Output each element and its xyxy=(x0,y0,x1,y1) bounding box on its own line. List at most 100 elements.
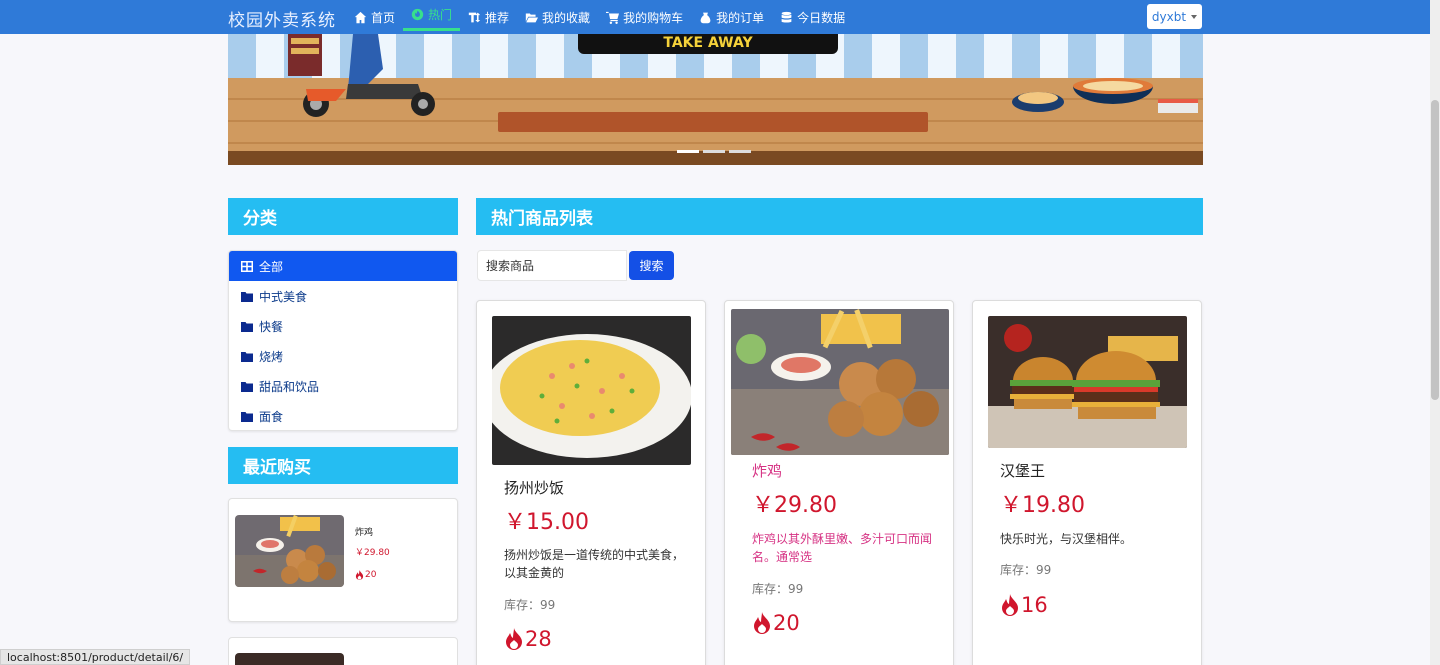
home-icon xyxy=(354,11,367,23)
product-image[interactable] xyxy=(731,309,949,455)
delivery-rider-illustration xyxy=(288,34,435,117)
bag-icon xyxy=(700,12,711,23)
carousel-dot-2[interactable] xyxy=(703,150,725,153)
text-height-icon xyxy=(468,12,481,22)
category-header: 分类 xyxy=(228,198,458,235)
top-navbar: 校园外卖系统 首页 热门 推荐 我的收藏 我的购物车 我的订单 今日数据 dyx… xyxy=(0,0,1430,34)
carousel-dot-3[interactable] xyxy=(729,150,751,153)
product-card-fried-rice[interactable]: 扬州炒饭 ￥15.00 扬州炒饭是一道传统的中式美食，以其金黄的 库存：99 2… xyxy=(476,300,706,665)
category-item-dessert-drinks[interactable]: 甜品和饮品 xyxy=(229,371,457,401)
product-name[interactable]: 汉堡王 xyxy=(1000,460,1045,481)
folder-icon xyxy=(241,411,253,422)
product-description: 炸鸡以其外酥里嫩、多汁可口而闻名。通常选 xyxy=(752,532,933,564)
nav-recommend[interactable]: 推荐 xyxy=(460,0,517,34)
fire-icon xyxy=(355,570,364,580)
recent-product-name[interactable]: 炸鸡 xyxy=(355,525,373,538)
app-title[interactable]: 校园外卖系统 xyxy=(228,6,336,31)
product-description: 快乐时光，与汉堡相伴。 xyxy=(1000,532,1133,546)
recent-product-price: ￥29.80 xyxy=(355,548,390,558)
product-sales: 28 xyxy=(504,627,552,651)
product-sales: 20 xyxy=(752,611,800,635)
product-sales: 16 xyxy=(1000,593,1048,617)
sales-count: 16 xyxy=(1021,593,1048,617)
category-label: 中式美食 xyxy=(259,289,308,304)
search-input[interactable] xyxy=(477,250,627,281)
category-item-chinese[interactable]: 中式美食 xyxy=(229,281,457,311)
food-bowls-illustration xyxy=(1012,78,1198,113)
recent-purchase-card-2[interactable] xyxy=(228,637,458,665)
recent-product-sales: 20 xyxy=(355,570,376,580)
banner-logo-text: TAKE AWAY xyxy=(663,35,753,51)
folder-icon xyxy=(241,291,253,302)
grid-icon xyxy=(241,260,253,272)
user-name: dyxbt xyxy=(1151,9,1187,24)
sales-count: 20 xyxy=(773,611,800,635)
product-name[interactable]: 炸鸡 xyxy=(752,460,782,481)
product-description: 扬州炒饭是一道传统的中式美食，以其金黄的 xyxy=(504,548,685,580)
nav-favorites-label: 我的收藏 xyxy=(542,10,591,25)
banner-floor-edge xyxy=(228,151,1203,165)
category-item-fastfood[interactable]: 快餐 xyxy=(229,311,457,341)
scrollbar-thumb[interactable] xyxy=(1431,100,1439,400)
product-stock: 库存：99 xyxy=(1000,563,1052,577)
recent-purchase-card[interactable]: 炸鸡 ￥29.80 20 xyxy=(228,498,458,622)
category-label: 甜品和饮品 xyxy=(259,379,320,394)
carousel-dot-1[interactable] xyxy=(677,150,699,153)
banner-carousel[interactable]: TAKE AWAY xyxy=(228,34,1203,165)
folder-icon xyxy=(241,321,253,332)
sales-count: 28 xyxy=(525,627,552,651)
carousel-indicators xyxy=(677,150,751,153)
category-label: 快餐 xyxy=(259,319,284,334)
category-item-all[interactable]: 全部 xyxy=(229,251,457,281)
fire-icon xyxy=(754,612,770,634)
product-name[interactable]: 扬州炒饭 xyxy=(504,477,564,498)
hot-products-header: 热门商品列表 xyxy=(476,198,1203,235)
product-image[interactable] xyxy=(492,316,691,465)
page-scrollbar[interactable] xyxy=(1430,0,1440,665)
main-nav: 首页 热门 推荐 我的收藏 我的购物车 我的订单 今日数据 xyxy=(346,0,853,34)
recent-purchase-header: 最近购买 xyxy=(228,447,458,484)
nav-today-data[interactable]: 今日数据 xyxy=(772,0,853,34)
folder-icon xyxy=(241,381,253,392)
recent-sales-count: 20 xyxy=(365,570,377,580)
cart-icon xyxy=(606,11,620,24)
category-item-noodles[interactable]: 面食 xyxy=(229,401,457,430)
folder-open-icon xyxy=(525,12,539,22)
fire-icon xyxy=(506,628,522,650)
recent-product-image[interactable] xyxy=(235,515,344,587)
product-card-burger[interactable]: 汉堡王 ￥19.80 快乐时光，与汉堡相伴。 库存：99 16 xyxy=(972,300,1202,665)
nav-cart[interactable]: 我的购物车 xyxy=(598,0,691,34)
product-image[interactable] xyxy=(988,316,1187,448)
recent-purchase-title: 最近购买 xyxy=(243,458,311,478)
banner-logo: TAKE AWAY xyxy=(578,34,838,54)
category-title: 分类 xyxy=(243,209,277,229)
user-dropdown[interactable]: dyxbt xyxy=(1147,4,1202,29)
nav-home-label: 首页 xyxy=(371,10,396,25)
product-price: ￥29.80 xyxy=(752,493,837,518)
category-list: 全部 中式美食 快餐 烧烤 甜品和饮品 面食 xyxy=(228,250,458,431)
product-card-fried-chicken[interactable]: 炸鸡 ￥29.80 炸鸡以其外酥里嫩、多汁可口而闻名。通常选 库存：99 20 xyxy=(724,300,954,665)
nav-hot[interactable]: 热门 xyxy=(403,0,461,31)
browser-status-url: localhost:8501/product/detail/6/ xyxy=(0,649,191,665)
category-label: 烧烤 xyxy=(259,349,284,364)
nav-recommend-label: 推荐 xyxy=(485,10,510,25)
category-label: 面食 xyxy=(259,409,284,424)
category-item-bbq[interactable]: 烧烤 xyxy=(229,341,457,371)
nav-orders[interactable]: 我的订单 xyxy=(691,0,772,34)
search-button[interactable]: 搜索 xyxy=(629,251,674,280)
banner-plank xyxy=(498,112,928,132)
database-icon xyxy=(781,11,792,22)
nav-home[interactable]: 首页 xyxy=(346,0,403,34)
caret-down-icon xyxy=(1191,14,1198,19)
fire-icon xyxy=(1002,594,1018,616)
nav-favorites[interactable]: 我的收藏 xyxy=(517,0,598,34)
product-price: ￥15.00 xyxy=(504,510,589,535)
burger-image xyxy=(988,316,1187,448)
recent-product-image-2[interactable] xyxy=(235,653,344,665)
flame-icon xyxy=(411,8,424,20)
product-stock: 库存：99 xyxy=(752,582,804,596)
nav-today-data-label: 今日数据 xyxy=(797,10,846,25)
fried-rice-image xyxy=(492,316,691,465)
product-stock: 库存：99 xyxy=(504,598,556,612)
nav-hot-label: 热门 xyxy=(428,7,453,22)
